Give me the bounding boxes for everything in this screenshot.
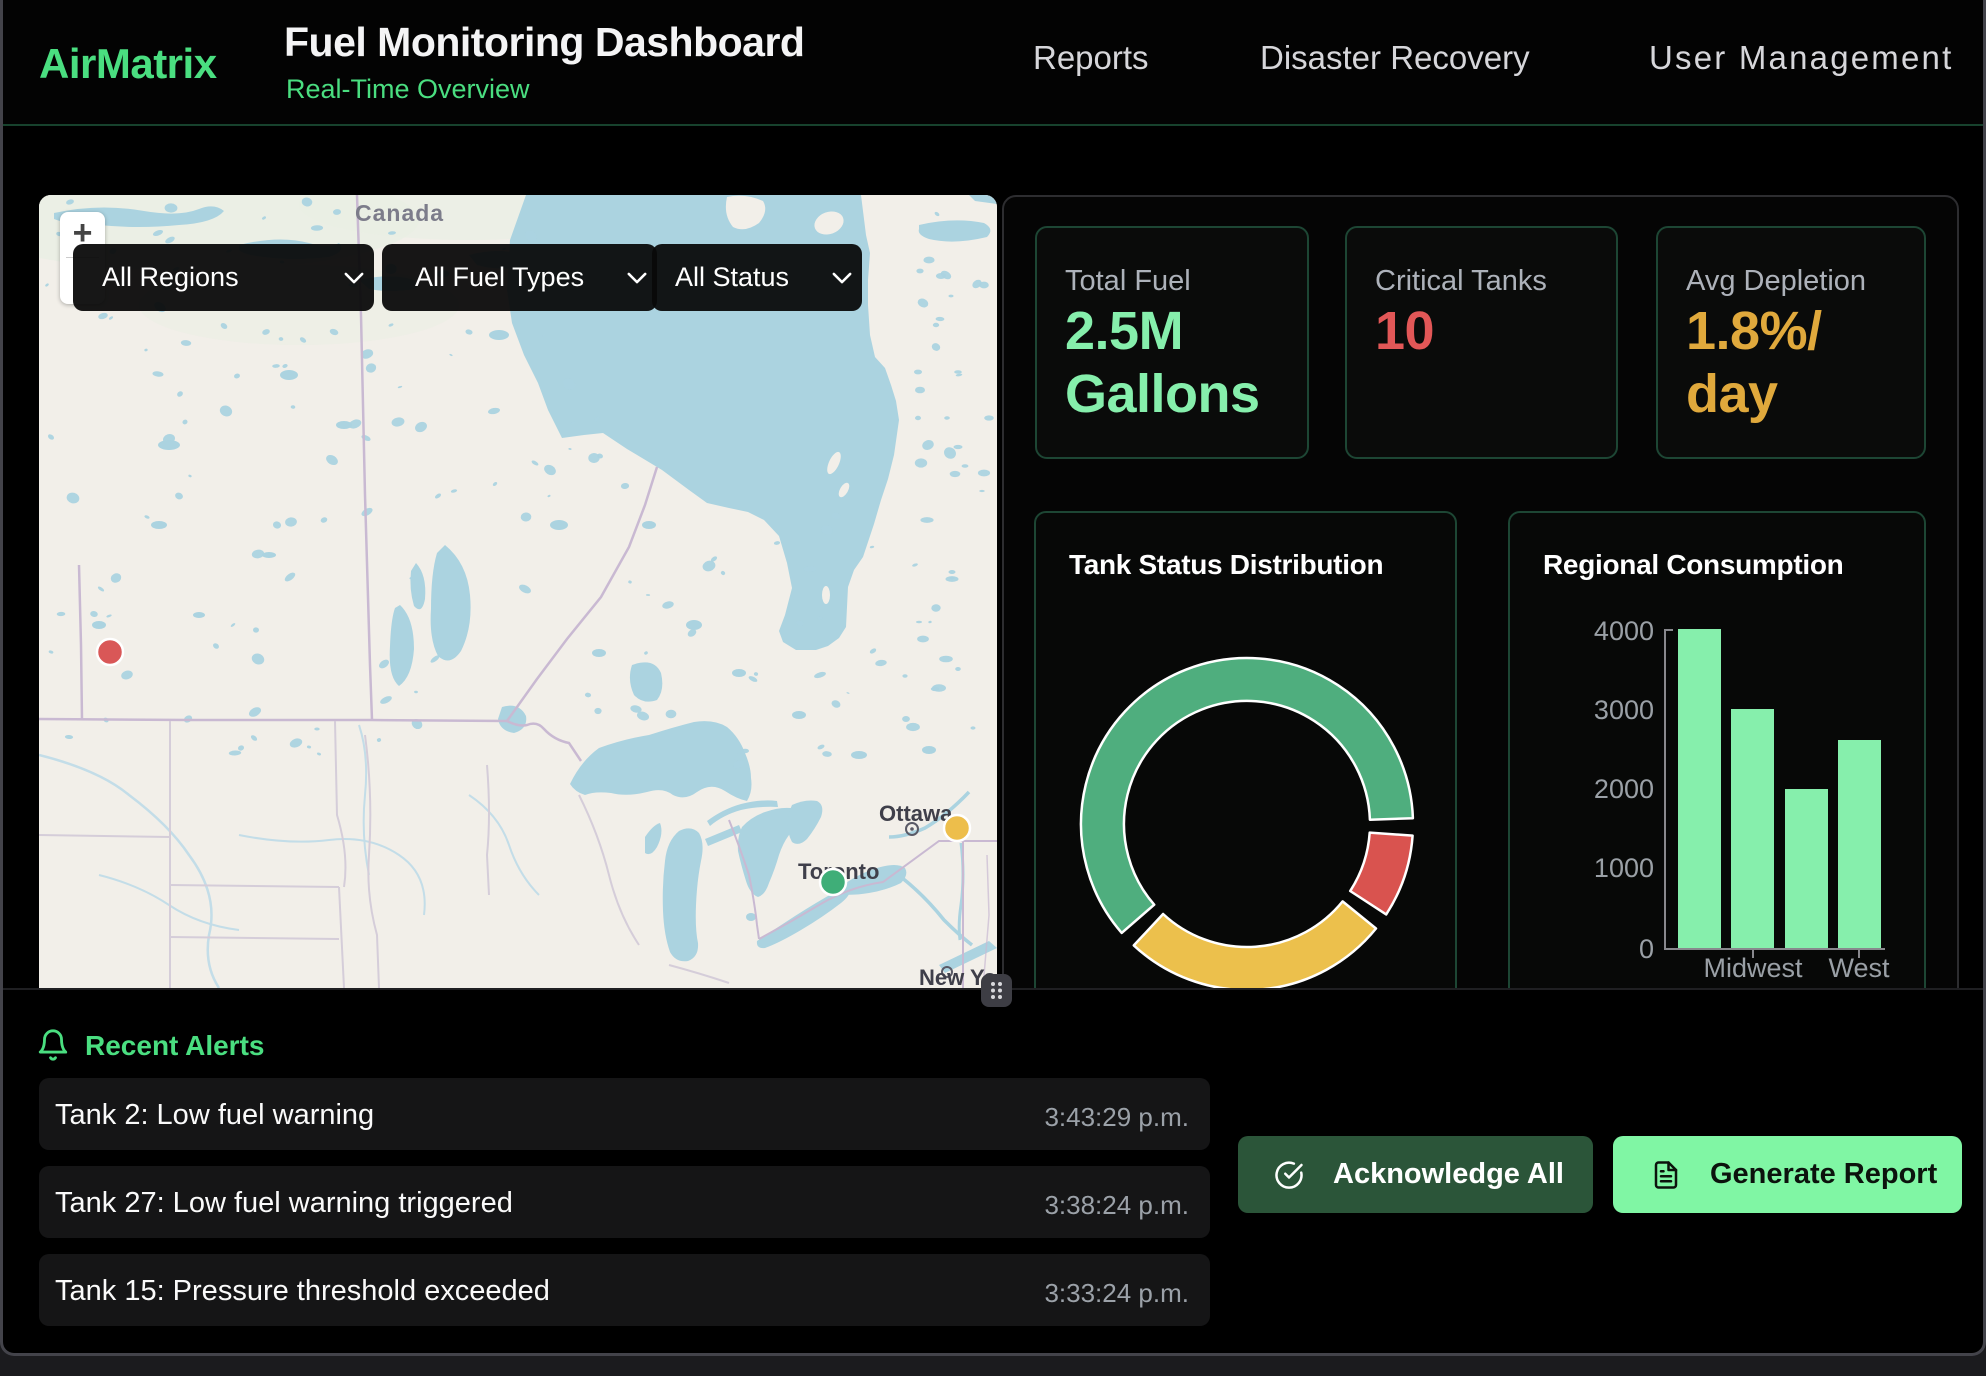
svg-text:Canada: Canada xyxy=(355,200,444,226)
svg-text:Midwest: Midwest xyxy=(1703,953,1803,983)
svg-text:West: West xyxy=(1828,953,1890,983)
svg-text:2000: 2000 xyxy=(1594,774,1654,804)
svg-text:Ottawa: Ottawa xyxy=(879,801,953,826)
svg-text:3000: 3000 xyxy=(1594,695,1654,725)
svg-text:0: 0 xyxy=(1639,934,1654,964)
svg-text:1000: 1000 xyxy=(1594,853,1654,883)
svg-text:4000: 4000 xyxy=(1594,616,1654,646)
